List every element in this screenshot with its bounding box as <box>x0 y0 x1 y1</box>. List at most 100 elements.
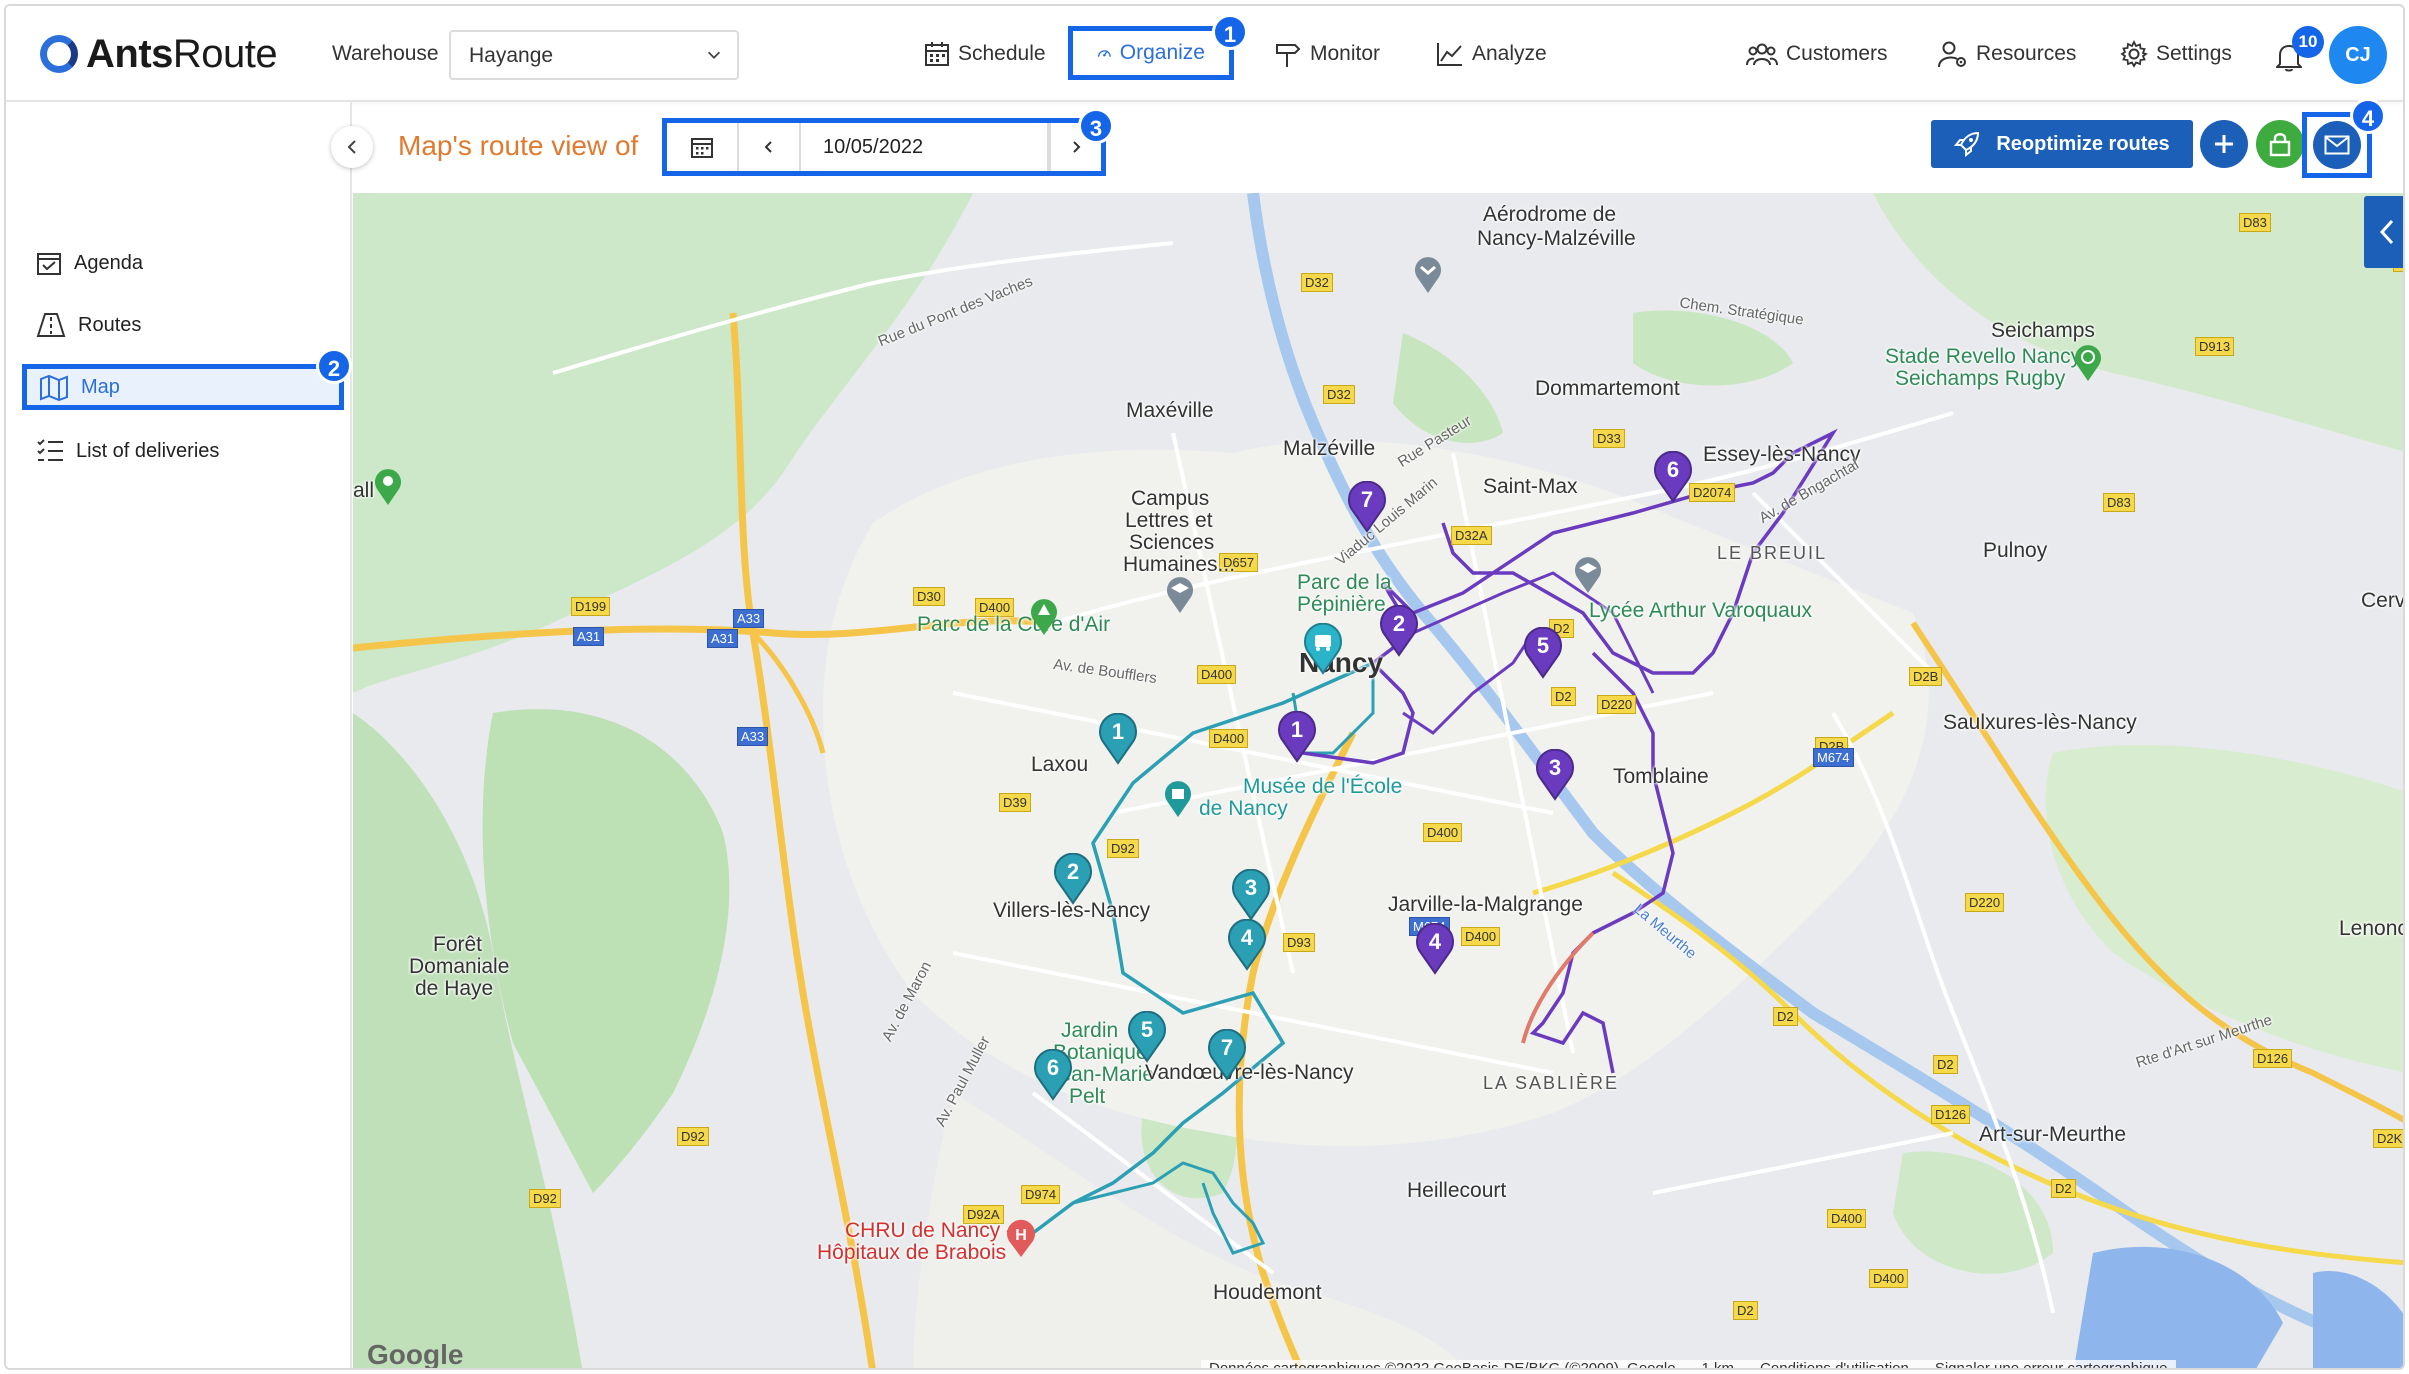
nav-schedule[interactable]: Schedule <box>924 26 1046 82</box>
road-tag: D2 <box>1773 1007 1798 1026</box>
add-button[interactable] <box>2200 120 2248 168</box>
gear-icon <box>2120 40 2148 68</box>
signpost-icon <box>1276 44 1301 67</box>
collapse-sidebar-button[interactable] <box>331 126 373 168</box>
map-label: Seichamps <box>1991 319 2095 342</box>
road-tag: D199 <box>571 597 611 616</box>
route-stop-marker-blue[interactable]: 7 <box>1207 1029 1247 1081</box>
road-tag: D974 <box>1021 1185 1061 1204</box>
previous-date-button[interactable] <box>739 123 801 171</box>
chart-icon <box>1437 43 1462 66</box>
map-label: de Nancy <box>1199 797 1288 820</box>
road-tag: D93 <box>1283 933 1315 952</box>
route-stop-marker-purple[interactable]: 7 <box>1347 481 1387 533</box>
road-tag: D2 <box>2051 1179 2076 1198</box>
map-attribution: Données cartographiques ©2022 GeoBasis-D… <box>1201 1360 2176 1368</box>
road-tag: D126 <box>2253 1049 2293 1068</box>
rocket-icon <box>1954 131 1980 157</box>
map-label: Parc de la Cure d'Air <box>917 613 1111 636</box>
route-stop-marker-blue[interactable]: 2 <box>1053 853 1093 905</box>
map-label: Campus <box>1131 487 1210 510</box>
poi-school-icon[interactable] <box>1573 555 1603 595</box>
route-stop-marker-blue[interactable]: 6 <box>1033 1049 1073 1101</box>
user-avatar[interactable]: CJ <box>2329 26 2387 84</box>
lock-button[interactable] <box>2256 120 2304 168</box>
route-stop-marker-blue[interactable]: 5 <box>1127 1011 1167 1063</box>
svg-text:7: 7 <box>1221 1035 1233 1060</box>
nav-customers[interactable]: Customers <box>1746 26 1888 82</box>
road-tag: D2074 <box>1689 483 1736 502</box>
svg-text:5: 5 <box>1537 633 1549 658</box>
road-tag: D2 <box>1733 1301 1758 1320</box>
annotation-badge-3: 3 <box>1078 108 1114 144</box>
route-stop-marker-blue[interactable]: 4 <box>1227 919 1267 971</box>
poi-stadium-icon[interactable] <box>2073 343 2103 383</box>
nav-analyze[interactable]: Analyze <box>1436 26 1547 82</box>
road-tag: D39 <box>999 793 1031 812</box>
poi-park-icon[interactable] <box>1029 597 1059 637</box>
route-stop-marker-blue[interactable]: 1 <box>1098 713 1138 765</box>
map-label: Art-sur-Meurthe <box>1979 1123 2127 1146</box>
poi-museum-icon[interactable] <box>1163 779 1193 819</box>
route-stop-marker-purple[interactable]: 2 <box>1379 605 1419 657</box>
poi-airport-icon[interactable] <box>1413 255 1443 295</box>
map-label: Cervi <box>2361 589 2405 612</box>
road-tag: D92 <box>677 1127 709 1146</box>
svg-text:3: 3 <box>1549 755 1561 780</box>
sidebar-item-agenda[interactable]: Agenda <box>36 240 143 286</box>
route-stop-marker-purple[interactable]: 1 <box>1277 711 1317 763</box>
map-label: Lettres et <box>1125 509 1213 532</box>
poi-school-icon[interactable] <box>1165 575 1195 615</box>
sidebar-item-label: List of deliveries <box>76 439 220 462</box>
date-picker-button[interactable] <box>667 123 739 171</box>
sidebar-item-list-of-deliveries[interactable]: List of deliveries <box>36 428 219 474</box>
report-error-link[interactable]: Signaler une erreur cartographique <box>1935 1360 2168 1368</box>
reoptimize-routes-button[interactable]: Reoptimize routes <box>1931 120 2193 168</box>
map-label: Jardin <box>1061 1019 1119 1042</box>
nav-settings[interactable]: Settings <box>2120 26 2232 82</box>
route-map[interactable]: D83 D674 D32 D913 D32 D33 D83 D32A D657 … <box>353 193 2405 1368</box>
gauge-icon <box>1097 50 1111 57</box>
route-stop-marker-purple[interactable]: 3 <box>1535 749 1575 801</box>
sidebar-item-map[interactable]: Map <box>22 364 344 410</box>
nav-monitor[interactable]: Monitor <box>1274 26 1380 82</box>
poi-park-icon[interactable] <box>373 467 403 507</box>
map-label: Hôpitaux de Brabois <box>817 1241 1007 1264</box>
date-input[interactable]: 10/05/2022 <box>801 123 1049 171</box>
map-label: Musée de l'École <box>1243 775 1403 798</box>
chevron-left-icon <box>347 140 356 154</box>
app-logo[interactable]: AntsRoute <box>40 30 278 78</box>
calendar-icon <box>925 42 949 66</box>
road-tag: D400 <box>1869 1269 1909 1288</box>
nav-resources[interactable]: Resources <box>1938 26 2076 82</box>
warehouse-select[interactable]: Hayange <box>449 30 739 80</box>
svg-text:4: 4 <box>1429 929 1442 954</box>
road-tag: A33 <box>733 609 765 628</box>
map-label: Essey-lès-Nancy <box>1703 443 1861 466</box>
plus-icon <box>2215 135 2233 153</box>
map-label: Forêt <box>433 933 483 956</box>
route-stop-marker-blue[interactable]: 3 <box>1231 869 1271 921</box>
calendar-check-icon <box>37 253 61 275</box>
route-stop-marker-purple[interactable]: 6 <box>1653 451 1693 503</box>
map-label: Lycée Arthur Varoquaux <box>1589 599 1812 622</box>
sidebar-item-routes[interactable]: Routes <box>36 302 141 348</box>
route-stop-marker-purple[interactable]: 4 <box>1415 923 1455 975</box>
road-tag: M674 <box>1813 748 1854 767</box>
sidebar: Agenda Routes Map 2 List of deliveries <box>6 102 352 1368</box>
terms-link[interactable]: Conditions d'utilisation <box>1760 1360 1909 1368</box>
depot-marker[interactable] <box>1303 623 1343 675</box>
lock-icon <box>2269 133 2291 157</box>
nav-organize[interactable]: Organize <box>1068 26 1234 80</box>
map-label: Dommartemont <box>1535 377 1680 400</box>
open-panel-tab[interactable] <box>2364 196 2403 268</box>
route-stop-marker-purple[interactable]: 5 <box>1523 627 1563 679</box>
map-label: Stade Revello Nancy <box>1885 345 2082 368</box>
map-label: Houdemont <box>1213 1281 1322 1304</box>
annotation-badge-1: 1 <box>1212 14 1248 50</box>
road-tag: A31 <box>573 627 605 646</box>
poi-hospital-icon[interactable]: H <box>1005 1219 1037 1259</box>
road-icon <box>36 313 66 337</box>
map-view-title: Map's route view of <box>398 130 639 161</box>
road-tag: D400 <box>1461 927 1501 946</box>
